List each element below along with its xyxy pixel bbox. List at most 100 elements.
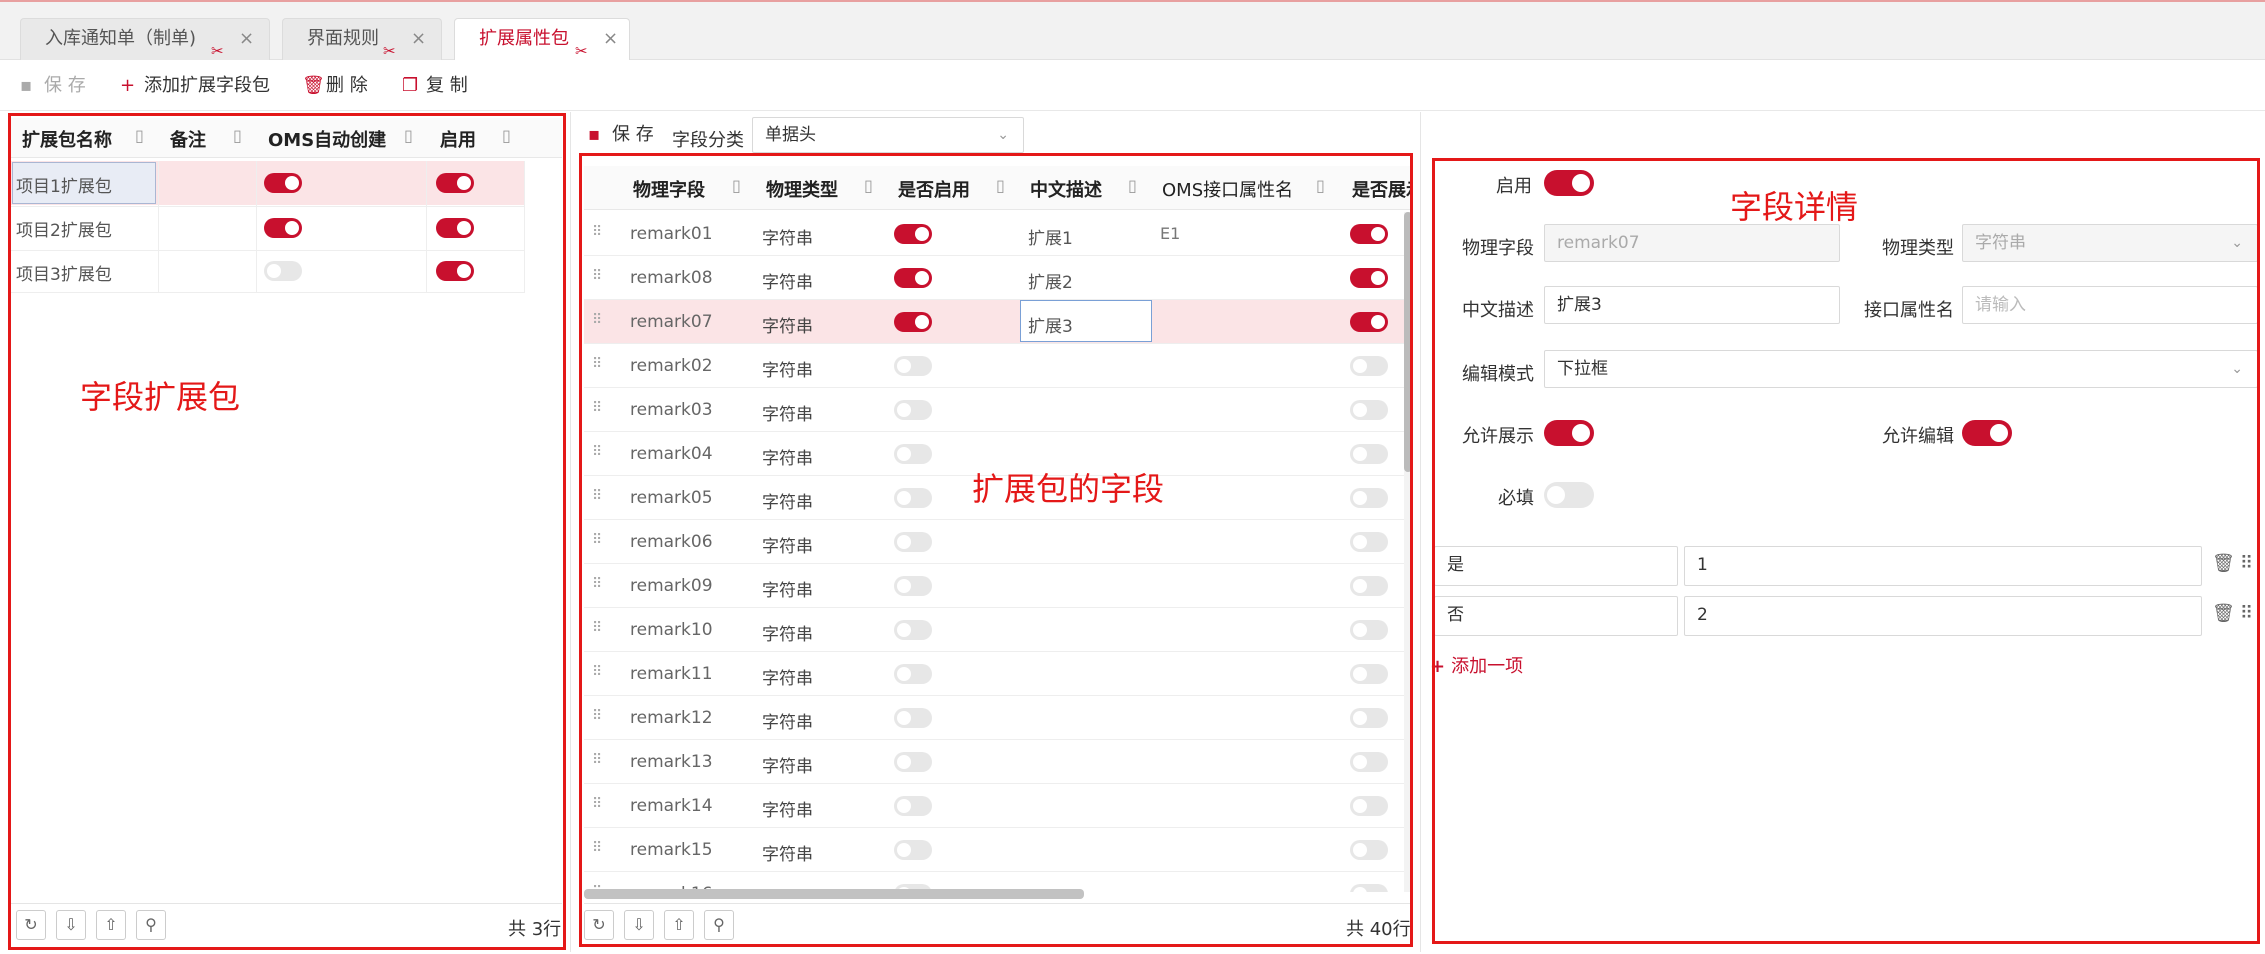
drag-handle-icon[interactable]: ⠿ [592, 752, 602, 768]
drag-handle-icon[interactable]: ⠿ [592, 576, 602, 592]
field-enabled-toggle[interactable] [1544, 170, 1594, 196]
tab-inbound-notice[interactable]: 入库通知单（制单) ✂ × [20, 18, 270, 60]
drag-handle-icon[interactable]: ⠿ [592, 488, 602, 504]
table-row[interactable]: ⠿ remark03 字符串 [584, 388, 1404, 432]
close-icon[interactable]: × [411, 19, 426, 59]
splitter[interactable] [1420, 112, 1421, 952]
scrollbar-thumb[interactable] [1404, 212, 1412, 472]
table-row[interactable]: ⠿ remark09 字符串 [584, 564, 1404, 608]
horizontal-scrollbar[interactable] [584, 889, 1084, 899]
table-row[interactable]: ⠿ remark15 字符串 [584, 828, 1404, 872]
show-toggle[interactable] [1350, 400, 1388, 420]
filter-icon[interactable]: ▯ [233, 126, 242, 145]
drag-handle-icon[interactable]: ⠿ [592, 796, 602, 812]
drag-handle-icon[interactable]: ⠿ [592, 664, 602, 680]
table-row[interactable]: ⠿ remark06 字符串 [584, 520, 1404, 564]
drag-handle-icon[interactable]: ⠿ [592, 532, 602, 548]
edit-mode-select[interactable]: 下拉框 ⌄ [1544, 350, 2258, 388]
trash-icon[interactable]: 🗑 [2212, 603, 2235, 624]
enabled-toggle[interactable] [894, 356, 932, 376]
enabled-toggle[interactable] [894, 664, 932, 684]
filter-icon[interactable]: ▯ [864, 176, 873, 195]
category-select[interactable]: 单据头 ⌄ [752, 117, 1024, 153]
add-option-link[interactable]: + 添加一项 [1430, 652, 1523, 678]
oms-auto-toggle[interactable] [264, 173, 302, 193]
package-name[interactable]: 项目2扩展包 [16, 216, 112, 241]
table-row[interactable]: ⠿ remark10 字符串 [584, 608, 1404, 652]
chinese-desc[interactable]: 扩展2 [1028, 268, 1073, 293]
drag-handle-icon[interactable]: ⠿ [2240, 553, 2253, 574]
oms-auto-toggle[interactable] [264, 218, 302, 238]
show-toggle[interactable] [1350, 532, 1388, 552]
filter-icon[interactable]: ⚲ [136, 910, 166, 940]
physical-field-input[interactable]: remark07 [1544, 224, 1840, 262]
tab-extension-package[interactable]: 扩展属性包 ✂ × [454, 18, 630, 60]
enabled-toggle[interactable] [894, 268, 932, 288]
option-label-input[interactable]: 否 [1434, 596, 1678, 636]
filter-icon[interactable]: ▯ [404, 126, 413, 145]
enabled-toggle[interactable] [894, 488, 932, 508]
table-row[interactable]: ⠿ remark13 字符串 [584, 740, 1404, 784]
oms-auto-toggle[interactable] [264, 261, 302, 281]
refresh-icon[interactable]: ↻ [584, 910, 614, 940]
enabled-toggle[interactable] [894, 312, 932, 332]
show-toggle[interactable] [1350, 752, 1388, 772]
table-row[interactable]: ⠿ remark08 字符串 扩展2 [584, 256, 1404, 300]
package-name[interactable]: 项目3扩展包 [16, 260, 112, 285]
splitter[interactable] [570, 112, 571, 952]
enabled-toggle[interactable] [894, 400, 932, 420]
filter-icon[interactable]: ▯ [502, 126, 511, 145]
show-toggle[interactable] [1350, 268, 1388, 288]
close-icon[interactable]: × [239, 19, 254, 59]
physical-type-select[interactable]: 字符串 ⌄ [1962, 224, 2258, 262]
required-toggle[interactable] [1544, 482, 1594, 508]
show-toggle[interactable] [1350, 796, 1388, 816]
drag-handle-icon[interactable]: ⠿ [592, 444, 602, 460]
copy-button[interactable]: ❐ 复 制 [402, 75, 468, 97]
drag-handle-icon[interactable]: ⠿ [2240, 603, 2253, 624]
enabled-toggle[interactable] [894, 752, 932, 772]
show-toggle[interactable] [1350, 708, 1388, 728]
drag-handle-icon[interactable]: ⠿ [592, 224, 602, 240]
filter-icon[interactable]: ▯ [1128, 176, 1137, 195]
trash-icon[interactable]: 🗑 [2212, 553, 2235, 574]
chinese-desc[interactable]: 扩展1 [1028, 224, 1073, 249]
enabled-toggle[interactable] [894, 444, 932, 464]
chinese-desc-input[interactable]: 扩展3 [1544, 286, 1840, 324]
option-label-input[interactable]: 是 [1434, 546, 1678, 586]
show-toggle[interactable] [1350, 576, 1388, 596]
drag-handle-icon[interactable]: ⠿ [592, 708, 602, 724]
add-extension-package-button[interactable]: + 添加扩展字段包 [120, 75, 270, 97]
close-icon[interactable]: × [603, 19, 618, 59]
enabled-toggle[interactable] [436, 173, 474, 193]
enabled-toggle[interactable] [894, 576, 932, 596]
show-toggle[interactable] [1350, 620, 1388, 640]
show-toggle[interactable] [1350, 312, 1388, 332]
delete-button[interactable]: 🗑删 除 [302, 75, 368, 97]
option-value-input[interactable]: 1 [1684, 546, 2202, 586]
refresh-icon[interactable]: ↻ [16, 910, 46, 940]
show-toggle[interactable] [1350, 884, 1388, 892]
table-row[interactable]: ⠿ remark11 字符串 [584, 652, 1404, 696]
filter-icon[interactable]: ⚲ [704, 910, 734, 940]
option-value-input[interactable]: 2 [1684, 596, 2202, 636]
filter-icon[interactable]: ▯ [732, 176, 741, 195]
table-row[interactable]: ⠿ remark14 字符串 [584, 784, 1404, 828]
enabled-toggle[interactable] [894, 532, 932, 552]
package-name[interactable]: 项目1扩展包 [16, 172, 112, 197]
chinese-desc[interactable]: 扩展3 [1028, 312, 1073, 337]
filter-icon[interactable]: ▯ [1316, 176, 1325, 195]
filter-icon[interactable]: ▯ [135, 126, 144, 145]
vertical-scrollbar[interactable] [1404, 212, 1412, 892]
drag-handle-icon[interactable]: ⠿ [592, 400, 602, 416]
enabled-toggle[interactable] [894, 620, 932, 640]
enabled-toggle[interactable] [894, 840, 932, 860]
table-row[interactable]: ⠿ remark12 字符串 [584, 696, 1404, 740]
show-toggle[interactable] [1350, 488, 1388, 508]
show-toggle[interactable] [1350, 224, 1388, 244]
oms-api-name[interactable]: E1 [1160, 224, 1180, 243]
enabled-toggle[interactable] [436, 261, 474, 281]
show-toggle[interactable] [1350, 840, 1388, 860]
middle-save-button[interactable]: ▪ 保 存 [588, 124, 654, 146]
drag-handle-icon[interactable]: ⠿ [592, 620, 602, 636]
